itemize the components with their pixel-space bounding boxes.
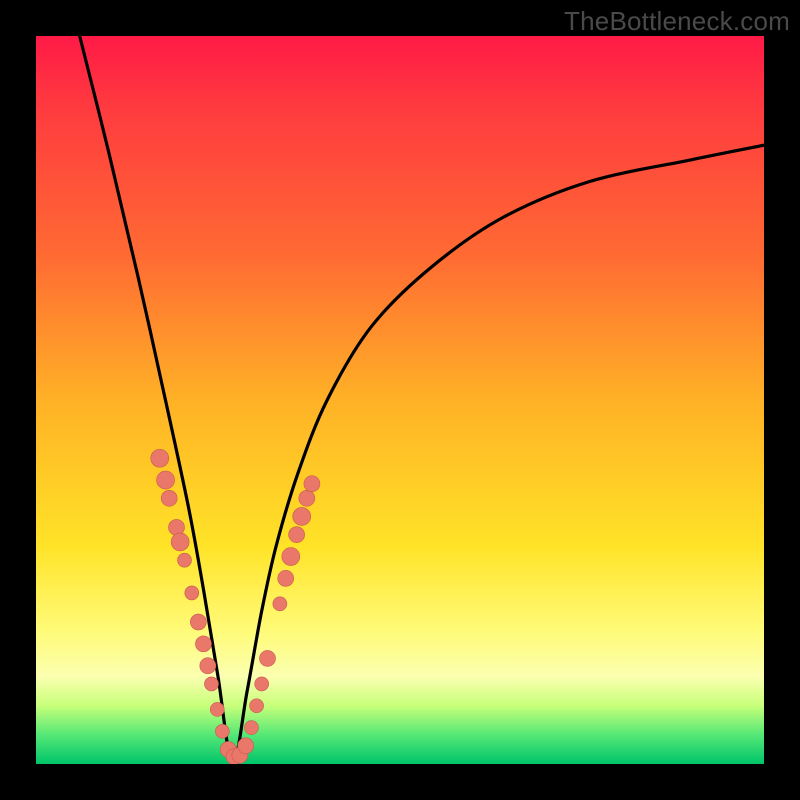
data-marker: [157, 471, 175, 489]
data-marker: [190, 614, 206, 630]
data-marker: [171, 533, 189, 551]
data-marker: [260, 650, 276, 666]
data-marker: [151, 449, 169, 467]
data-marker: [215, 724, 229, 738]
data-marker: [304, 476, 320, 492]
frame-bottom-cap: [0, 764, 800, 800]
data-marker: [282, 548, 300, 566]
plot-area: [36, 36, 764, 764]
marker-group: [151, 449, 320, 764]
chart-svg: [36, 36, 764, 764]
chart-frame: TheBottleneck.com: [0, 0, 800, 800]
data-marker: [185, 586, 199, 600]
data-marker: [289, 527, 305, 543]
frame-top-cap: [0, 0, 800, 36]
data-marker: [178, 553, 192, 567]
data-marker: [255, 677, 269, 691]
data-marker: [273, 597, 287, 611]
data-marker: [204, 677, 218, 691]
data-marker: [238, 738, 254, 754]
data-marker: [200, 658, 216, 674]
data-marker: [250, 699, 264, 713]
bottleneck-curve: [80, 36, 764, 764]
data-marker: [161, 490, 177, 506]
data-marker: [293, 507, 311, 525]
frame-right-cap: [764, 0, 800, 800]
data-marker: [299, 490, 315, 506]
data-marker: [195, 636, 211, 652]
data-marker: [210, 702, 224, 716]
data-marker: [278, 570, 294, 586]
frame-left-cap: [0, 0, 36, 800]
data-marker: [244, 721, 258, 735]
